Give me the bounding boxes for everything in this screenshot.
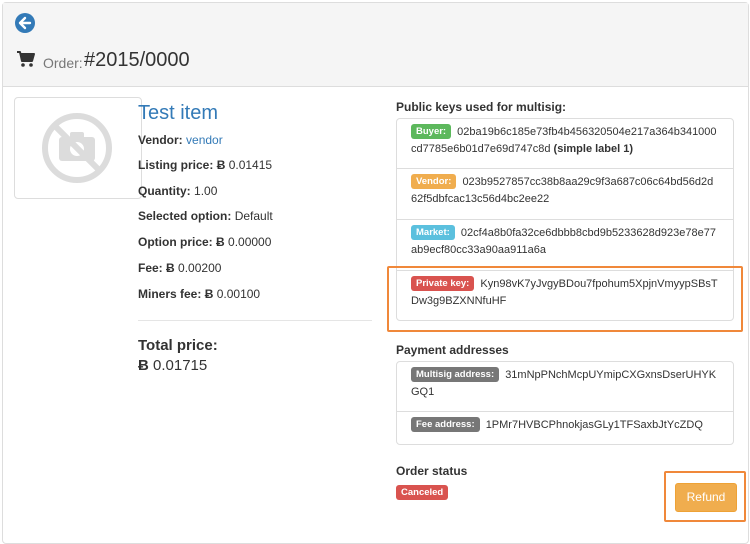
bitcoin-icon: Ƀ bbox=[204, 287, 214, 301]
bitcoin-icon: Ƀ bbox=[216, 158, 226, 172]
option-price-row: Option price: Ƀ 0.00000 bbox=[138, 235, 271, 249]
refund-button[interactable]: Refund bbox=[675, 483, 737, 512]
order-number: #2015/0000 bbox=[84, 49, 190, 71]
selected-option-row: Selected option: Default bbox=[138, 209, 273, 223]
selected-option-value: Default bbox=[234, 209, 273, 223]
multisig-address-item: Multisig address: 31mNpPNchMcpUYmipCXGxn… bbox=[396, 361, 734, 412]
order-label: Order: bbox=[43, 55, 83, 71]
payment-addresses-title: Payment addresses bbox=[396, 343, 509, 357]
multisig-address-badge: Multisig address: bbox=[411, 367, 500, 382]
private-key-highlight bbox=[387, 266, 743, 332]
vendor-link[interactable]: vendor bbox=[186, 133, 223, 147]
market-key: 02cf4a8b0fa32ce6dbbb8cbd9b5233628d923e78… bbox=[411, 227, 716, 256]
listing-price-label: Listing price: bbox=[138, 158, 214, 172]
fee-address-badge: Fee address: bbox=[411, 417, 480, 432]
divider bbox=[138, 320, 372, 321]
no-camera-icon bbox=[42, 113, 112, 183]
total-price-value: 0.01715 bbox=[153, 357, 208, 374]
fee-row: Fee: Ƀ 0.00200 bbox=[138, 261, 221, 275]
panel-heading: Order: #2015/0000 bbox=[3, 3, 748, 87]
fee-value: 0.00200 bbox=[178, 261, 222, 275]
buyer-badge: Buyer: bbox=[411, 124, 452, 139]
total-price-label: Total price: bbox=[138, 337, 218, 354]
fee-address-item: Fee address: 1PMr7HVBCPhnokjasGLy1TFSaxb… bbox=[396, 411, 734, 445]
vendor-row: Vendor: vendor bbox=[138, 133, 223, 147]
arrow-left-icon bbox=[18, 16, 32, 30]
order-status-title: Order status bbox=[396, 464, 468, 478]
vendor-key: 023b9527857cc38b8aa29c9f3a687c06c64bd56d… bbox=[411, 176, 714, 205]
total-price-row: Ƀ 0.01715 bbox=[138, 357, 207, 374]
selected-option-label: Selected option: bbox=[138, 209, 232, 223]
vendor-badge: Vendor: bbox=[411, 174, 457, 189]
miners-fee-row: Miners fee: Ƀ 0.00100 bbox=[138, 287, 260, 301]
miners-fee-label: Miners fee: bbox=[138, 287, 202, 301]
fee-label: Fee: bbox=[138, 261, 163, 275]
buyer-note: (simple label 1) bbox=[553, 143, 634, 155]
market-badge: Market: bbox=[411, 225, 455, 240]
quantity-row: Quantity: 1.00 bbox=[138, 184, 217, 198]
item-thumbnail bbox=[14, 97, 142, 199]
bitcoin-icon: Ƀ bbox=[138, 357, 149, 374]
market-key-item: Market: 02cf4a8b0fa32ce6dbbb8cbd9b523362… bbox=[396, 219, 734, 271]
miners-fee-value: 0.00100 bbox=[216, 287, 261, 301]
listing-price-value: 0.01415 bbox=[228, 158, 273, 172]
shopping-cart-icon bbox=[17, 51, 35, 67]
multisig-title: Public keys used for multisig: bbox=[396, 100, 567, 114]
option-price-value: 0.00000 bbox=[228, 235, 272, 249]
buyer-key-item: Buyer: 02ba19b6c185e73fb4b456320504e217a… bbox=[396, 118, 734, 169]
status-badge: Canceled bbox=[396, 485, 449, 500]
quantity-value: 1.00 bbox=[194, 184, 218, 198]
vendor-key-item: Vendor: 023b9527857cc38b8aa29c9f3a687c06… bbox=[396, 168, 734, 220]
vendor-label: Vendor: bbox=[138, 133, 183, 147]
fee-address: 1PMr7HVBCPhnokjasGLy1TFSaxbJtYcZDQ bbox=[485, 419, 703, 431]
item-title[interactable]: Test item bbox=[138, 102, 218, 125]
bitcoin-icon: Ƀ bbox=[166, 261, 175, 275]
option-price-label: Option price: bbox=[138, 235, 213, 249]
listing-price-row: Listing price: Ƀ 0.01415 bbox=[138, 158, 272, 172]
quantity-label: Quantity: bbox=[138, 184, 191, 198]
back-button[interactable] bbox=[15, 13, 35, 33]
bitcoin-icon: Ƀ bbox=[216, 235, 225, 249]
